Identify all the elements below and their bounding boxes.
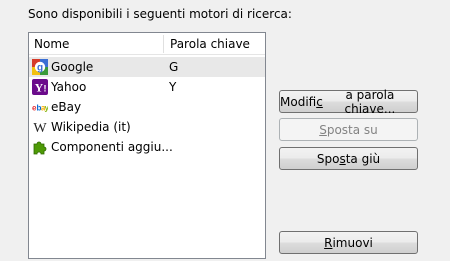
engine-name: Componenti aggiu...	[51, 140, 173, 154]
button-label-part: imuovi	[332, 235, 373, 250]
svg-text:g: g	[37, 63, 43, 74]
accelerator-key: R	[324, 235, 333, 250]
column-header-keyword[interactable]: Parola chiave	[170, 37, 250, 51]
yahoo-icon: Y !	[32, 79, 48, 95]
button-label-part: Modifi	[280, 94, 317, 109]
column-separator[interactable]	[163, 35, 164, 53]
remove-button[interactable]: Rimuovi	[279, 231, 418, 254]
engine-row-addons[interactable]: Componenti aggiu...	[29, 137, 265, 157]
list-header: Nome Parola chiave	[29, 33, 265, 55]
svg-text:W: W	[33, 121, 47, 135]
column-header-name[interactable]: Nome	[34, 37, 69, 51]
engines-heading: Sono disponibili i seguenti motori di ri…	[28, 7, 292, 21]
engine-keyword: G	[169, 60, 179, 74]
accelerator-key: S	[319, 122, 327, 137]
engine-name: Google	[51, 60, 94, 74]
button-label-part: posta su	[326, 122, 378, 137]
engine-row-wikipedia[interactable]: W Wikipedia (it)	[29, 117, 265, 137]
wikipedia-icon: W	[32, 119, 48, 135]
accelerator-key: c	[316, 94, 323, 109]
engine-row-yahoo[interactable]: Y ! Yahoo Y	[29, 77, 265, 97]
move-up-button[interactable]: Sposta su	[279, 118, 418, 141]
engine-name: eBay	[51, 100, 82, 114]
button-label-part: a parola chiave...	[344, 87, 396, 116]
button-label-part: Spo	[316, 151, 340, 166]
ebay-icon: e b a y	[32, 99, 48, 115]
engine-row-ebay[interactable]: e b a y eBay	[29, 97, 265, 117]
engine-name: Yahoo	[51, 80, 87, 94]
button-label-part: ta giù	[345, 151, 381, 166]
engine-name: Wikipedia (it)	[51, 120, 131, 134]
svg-text:!: !	[44, 84, 47, 94]
google-icon: g	[32, 59, 48, 75]
engine-keyword: Y	[169, 80, 177, 94]
engine-row-google[interactable]: g Google G	[29, 57, 265, 77]
search-engines-list[interactable]: Nome Parola chiave g Google G Y ! Yahoo …	[28, 32, 266, 259]
edit-keyword-button[interactable]: Modifi c a parola chiave...	[279, 87, 418, 116]
move-down-button[interactable]: Spo s ta giù	[279, 147, 418, 170]
svg-text:Y: Y	[35, 81, 44, 95]
puzzle-icon	[32, 139, 48, 155]
svg-text:y: y	[44, 104, 48, 113]
